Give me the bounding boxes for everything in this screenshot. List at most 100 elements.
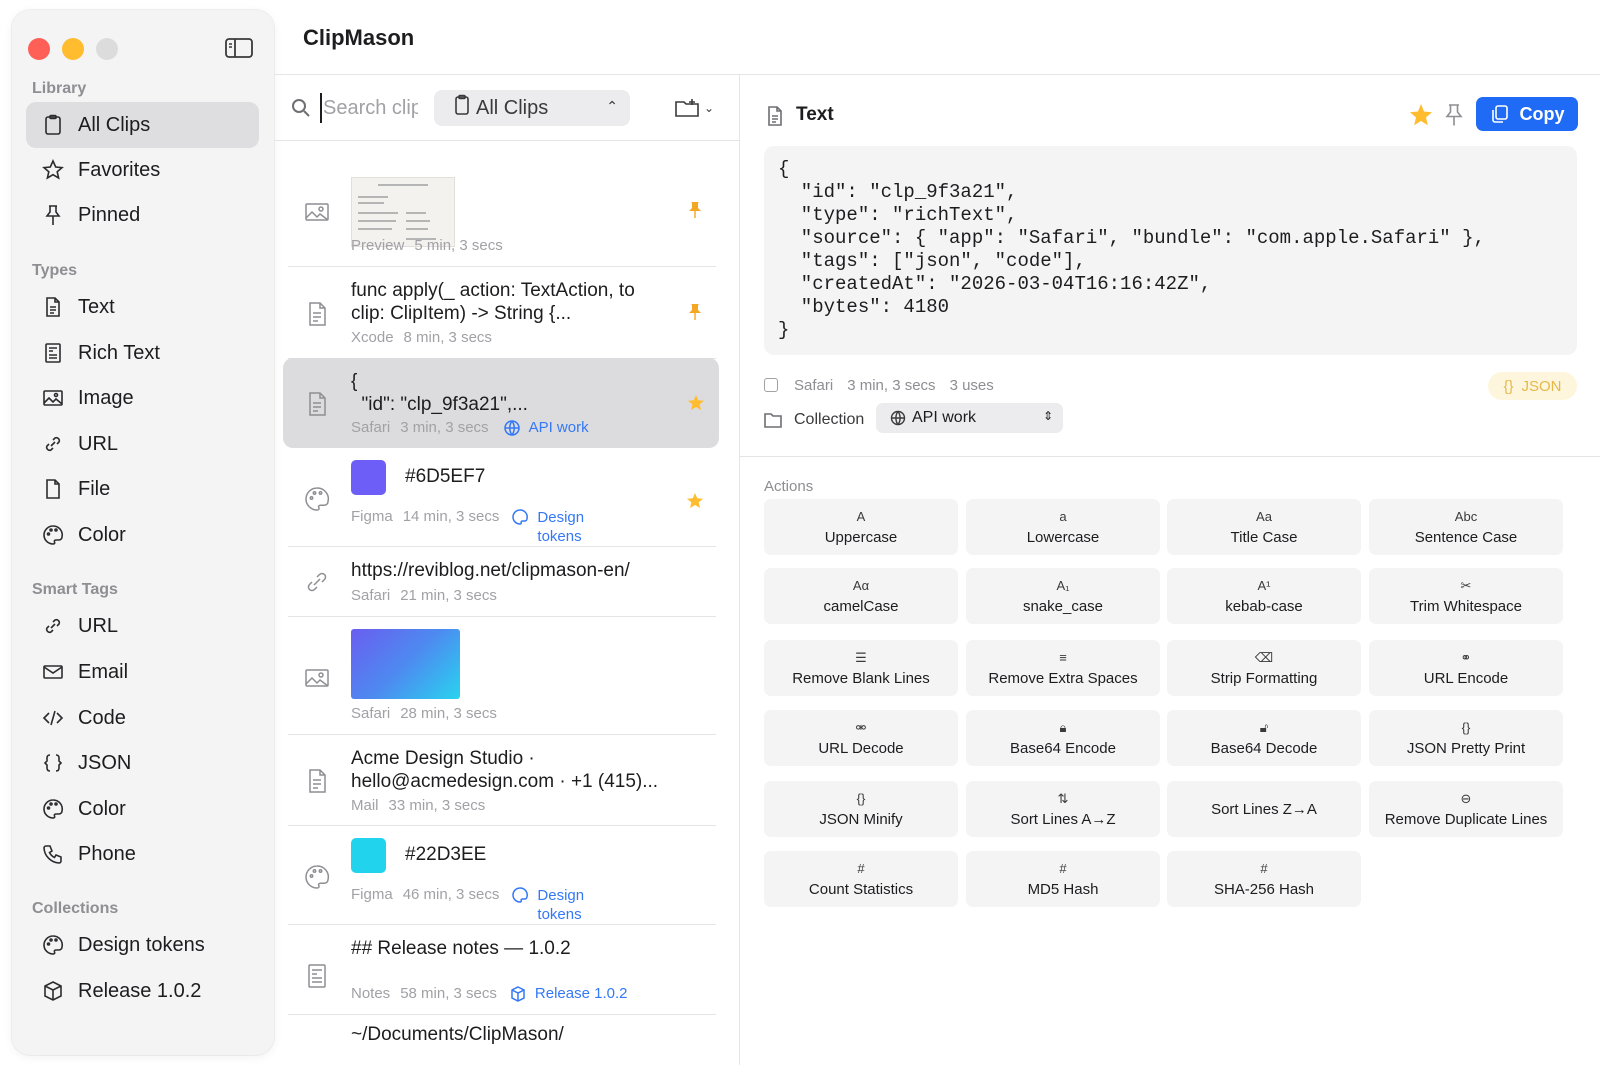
search-input[interactable]	[320, 93, 418, 123]
clip-row[interactable]: Preview 5 min, 3 secs	[288, 151, 716, 267]
star-icon[interactable]	[686, 492, 704, 510]
clipboard-icon	[454, 94, 470, 122]
action-icon: Abc	[1454, 508, 1478, 524]
clip-row[interactable]: #22D3EE Figma 46 min, 3 secs Design token…	[288, 826, 716, 925]
action-md5-hash-button[interactable]: # MD5 Hash	[966, 851, 1160, 907]
chevron-down-icon: ⌄	[704, 101, 715, 115]
folder-add-icon	[675, 99, 699, 117]
chevron-updown-icon: ⌃	[606, 98, 618, 114]
sidebar-item-label: Release 1.0.2	[78, 979, 202, 1002]
sidebar-item-all-clips[interactable]: All Clips	[26, 102, 259, 148]
clip-row[interactable]: Acme Design Studio · hello@acmedesign.co…	[288, 735, 716, 826]
sidebar-item-file[interactable]: File	[26, 466, 259, 512]
clip-tag-word: Design	[537, 887, 585, 904]
action-camelcase-button[interactable]: Aα camelCase	[764, 568, 958, 624]
pin-icon[interactable]	[686, 201, 704, 219]
palette-icon	[512, 509, 529, 525]
sidebar-item-text[interactable]: Text	[26, 284, 259, 330]
star-icon[interactable]	[687, 394, 705, 412]
sidebar-item-tag-email[interactable]: Email	[26, 649, 259, 695]
sidebar-item-label: Phone	[78, 842, 136, 865]
action-sort-lines-z-a-button[interactable]: Sort Lines Z→A	[1167, 781, 1361, 837]
action-lowercase-button[interactable]: a Lowercase	[966, 499, 1160, 555]
sidebar-item-tag-json[interactable]: JSON	[26, 740, 259, 786]
minimize-window-button[interactable]	[62, 38, 84, 60]
sidebar-item-label: Design tokens	[78, 933, 205, 956]
clip-tag[interactable]: Release 1.0.2	[509, 985, 628, 1003]
action-sha-256-hash-button[interactable]: # SHA-256 Hash	[1167, 851, 1361, 907]
action-kebab-case-button[interactable]: A¹ kebab-case	[1167, 568, 1361, 624]
clip-row-selected[interactable]: { "id": "clp_9f3a21",... Safari 3 min, 3…	[283, 358, 719, 448]
sidebar-item-release[interactable]: Release 1.0.2	[26, 968, 259, 1014]
clip-row[interactable]: https://reviblog.net/clipmason-en/ Safar…	[288, 547, 716, 617]
sidebar-item-url[interactable]: URL	[26, 421, 259, 467]
document-icon	[304, 768, 330, 794]
action-url-decode-button[interactable]: ⚮ URL Decode	[764, 710, 958, 766]
clip-source: Preview	[351, 237, 405, 254]
close-window-button[interactable]	[28, 38, 50, 60]
clip-tag[interactable]: Design tokens	[511, 886, 584, 924]
sidebar-item-tag-color[interactable]: Color	[26, 786, 259, 832]
action-snake-case-button[interactable]: A₁ snake_case	[966, 568, 1160, 624]
clip-tag[interactable]: API work	[503, 419, 589, 437]
rich-text-icon	[304, 963, 330, 989]
sidebar-item-design-tokens[interactable]: Design tokens	[26, 922, 259, 968]
action-icon: ≡	[1059, 649, 1067, 665]
action-sentence-case-button[interactable]: Abc Sentence Case	[1369, 499, 1563, 555]
clip-row[interactable]: ~/Documents/ClipMason/	[288, 1015, 716, 1065]
collection-menu-button[interactable]: ⌄	[674, 95, 722, 121]
clip-tag-label: Release 1.0.2	[534, 985, 628, 1002]
select-checkbox[interactable]	[764, 378, 778, 392]
link-icon	[42, 433, 64, 455]
clip-meta: Figma 14 min, 3 secs Design tokens	[351, 508, 584, 546]
action-url-encode-button[interactable]: ⚭ URL Encode	[1369, 640, 1563, 696]
clip-row[interactable]: Safari 28 min, 3 secs	[288, 617, 716, 735]
clip-row[interactable]: #6D5EF7 Figma 14 min, 3 secs Design token…	[288, 448, 716, 547]
action-label: Sort Lines A→Z	[1010, 810, 1116, 828]
sidebar-item-tag-phone[interactable]: Phone	[26, 831, 259, 877]
document-icon	[42, 296, 64, 318]
favorite-star-icon[interactable]	[1408, 102, 1434, 128]
detail-source: Safari	[794, 376, 834, 394]
sidebar-item-rich-text[interactable]: Rich Text	[26, 330, 259, 376]
sidebar-toggle-icon[interactable]	[224, 36, 254, 60]
action-remove-duplicate-lines-button[interactable]: ⊖ Remove Duplicate Lines	[1369, 781, 1563, 837]
action-icon: Aα	[852, 577, 870, 593]
window-controls	[28, 38, 118, 60]
sidebar-item-image[interactable]: Image	[26, 375, 259, 421]
action-base64-decode-button[interactable]: 🔓︎ Base64 Decode	[1167, 710, 1361, 766]
sidebar-item-label: Color	[78, 797, 126, 820]
sidebar-item-label: All Clips	[78, 113, 151, 136]
badge-label: JSON	[1521, 377, 1562, 395]
copy-button[interactable]: Copy	[1476, 97, 1578, 131]
clip-text: func apply(_ action: TextAction, to clip…	[351, 279, 635, 325]
action-trim-whitespace-button[interactable]: ✂ Trim Whitespace	[1369, 568, 1563, 624]
clip-meta: Preview 5 min, 3 secs	[351, 237, 503, 254]
action-base64-encode-button[interactable]: 🔒︎ Base64 Encode	[966, 710, 1160, 766]
sidebar-item-tag-url[interactable]: URL	[26, 603, 259, 649]
action-remove-extra-spaces-button[interactable]: ≡ Remove Extra Spaces	[966, 640, 1160, 696]
action-count-statistics-button[interactable]: # Count Statistics	[764, 851, 958, 907]
clip-tag[interactable]: Design tokens	[511, 508, 584, 546]
action-strip-formatting-button[interactable]: ⌫ Strip Formatting	[1167, 640, 1361, 696]
action-uppercase-button[interactable]: A Uppercase	[764, 499, 958, 555]
sidebar-item-favorites[interactable]: Favorites	[26, 147, 259, 193]
sidebar-item-color[interactable]: Color	[26, 512, 259, 558]
clip-meta: Safari 28 min, 3 secs	[351, 705, 497, 722]
action-title-case-button[interactable]: Aa Title Case	[1167, 499, 1361, 555]
collection-select[interactable]: API work ⇕	[876, 403, 1063, 433]
action-json-pretty-print-button[interactable]: {} JSON Pretty Print	[1369, 710, 1563, 766]
clip-filter-select[interactable]: All Clips ⌃	[434, 90, 630, 126]
clip-tag-word: Design	[537, 509, 585, 526]
pin-icon[interactable]	[686, 303, 704, 321]
sidebar-item-tag-code[interactable]: Code	[26, 695, 259, 741]
clip-row[interactable]: ## Release notes — 1.0.2 Notes 58 min, 3…	[288, 925, 716, 1015]
clip-row[interactable]: func apply(_ action: TextAction, to clip…	[288, 267, 716, 359]
clip-content-viewer[interactable]: { "id": "clp_9f3a21", "type": "richText"…	[764, 146, 1577, 355]
action-remove-blank-lines-button[interactable]: ☰ Remove Blank Lines	[764, 640, 958, 696]
action-sort-lines-a-z-button[interactable]: ⇅ Sort Lines A→Z	[966, 781, 1160, 837]
pin-icon[interactable]	[1442, 102, 1466, 128]
zoom-window-button[interactable]	[96, 38, 118, 60]
sidebar-item-pinned[interactable]: Pinned	[26, 192, 259, 238]
action-json-minify-button[interactable]: {} JSON Minify	[764, 781, 958, 837]
